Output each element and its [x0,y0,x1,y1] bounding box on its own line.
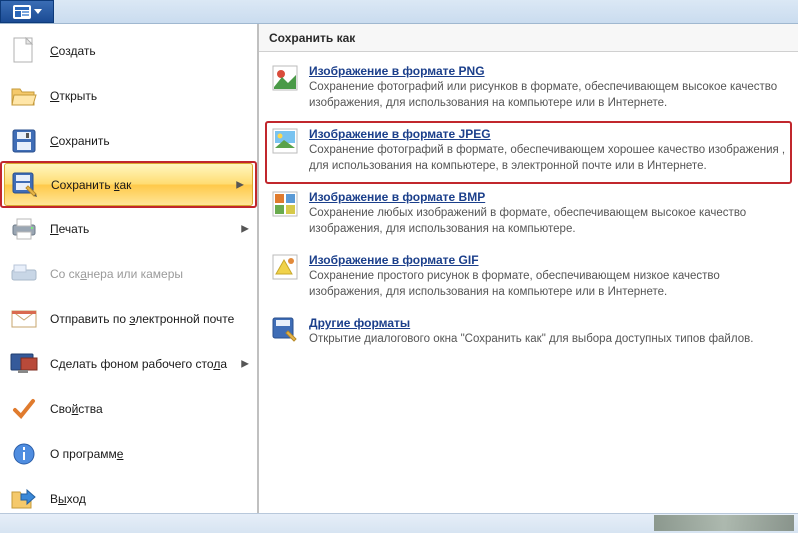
format-title: Изображение в формате GIF [309,253,786,267]
menu-label: Сохранить как [51,178,131,192]
chevron-down-icon [34,9,42,15]
menu-label: Создать [50,44,96,58]
submenu-arrow-icon: ▶ [241,223,249,234]
menu-label: Открыть [50,89,97,103]
bmp-icon [271,190,299,218]
save-as-icon [11,171,39,199]
file-menu: Создать Открыть Сохранить Сохранить как … [0,24,258,513]
format-item-jpeg[interactable]: Изображение в формате JPEG Сохранение фо… [265,121,792,184]
format-desc: Открытие диалогового окна "Сохранить как… [309,332,786,348]
format-desc: Сохранение простого рисунок в формате, о… [309,269,786,300]
status-thumbnail [654,515,794,531]
check-icon [10,395,38,423]
main-area: Создать Открыть Сохранить Сохранить как … [0,24,798,513]
format-item-other[interactable]: Другие форматы Открытие диалогового окна… [265,310,792,358]
other-formats-icon [271,316,299,344]
format-title: Изображение в формате BMP [309,190,786,204]
status-bar [0,513,798,533]
format-desc: Сохранение фотографий в формате, обеспеч… [309,143,786,174]
format-item-gif[interactable]: Изображение в формате GIF Сохранение про… [265,247,792,310]
ribbon-bar [0,0,798,24]
menu-label: Сделать фоном рабочего стола [50,357,227,371]
scanner-icon [10,260,38,288]
gif-icon [271,253,299,281]
app-icon [13,5,31,19]
wallpaper-icon [10,350,38,378]
menu-item-print[interactable]: Печать ▶ [0,206,257,251]
menu-item-wallpaper[interactable]: Сделать фоном рабочего стола ▶ [0,341,257,386]
menu-item-properties[interactable]: Свойства [0,386,257,431]
menu-item-open[interactable]: Открыть [0,73,257,118]
print-icon [10,215,38,243]
menu-label: Выход [50,492,86,506]
email-icon [10,305,38,333]
menu-item-scanner: Со сканера или камеры [0,251,257,296]
exit-icon [10,485,38,513]
menu-item-save-as[interactable]: Сохранить как ▶ [4,163,253,206]
menu-item-save[interactable]: Сохранить [0,118,257,163]
menu-label: Печать [50,222,89,236]
format-item-bmp[interactable]: Изображение в формате BMP Сохранение люб… [265,184,792,247]
format-desc: Сохранение любых изображений в формате, … [309,206,786,237]
format-list: Изображение в формате PNG Сохранение фот… [259,52,798,364]
format-title: Изображение в формате JPEG [309,127,786,141]
new-icon [10,37,38,65]
menu-label: Свойства [50,402,103,416]
submenu-arrow-icon: ▶ [236,179,244,190]
jpeg-icon [271,127,299,155]
menu-label: Со сканера или камеры [50,267,183,281]
menu-item-email[interactable]: Отправить по электронной почте [0,296,257,341]
menu-label: Отправить по электронной почте [50,312,234,326]
submenu-arrow-icon: ▶ [241,358,249,369]
info-icon [10,440,38,468]
save-icon [10,127,38,155]
png-icon [271,64,299,92]
menu-label: Сохранить [50,134,110,148]
menu-label: О программе [50,447,123,461]
menu-item-about[interactable]: О программе [0,431,257,476]
format-title: Изображение в формате PNG [309,64,786,78]
app-menu-button[interactable] [0,0,54,23]
open-icon [10,82,38,110]
format-item-png[interactable]: Изображение в формате PNG Сохранение фот… [265,58,792,121]
format-desc: Сохранение фотографий или рисунков в фор… [309,80,786,111]
submenu-header: Сохранить как [259,24,798,52]
save-as-submenu: Сохранить как Изображение в формате PNG … [258,24,798,513]
menu-item-new[interactable]: Создать [0,28,257,73]
format-title: Другие форматы [309,316,786,330]
